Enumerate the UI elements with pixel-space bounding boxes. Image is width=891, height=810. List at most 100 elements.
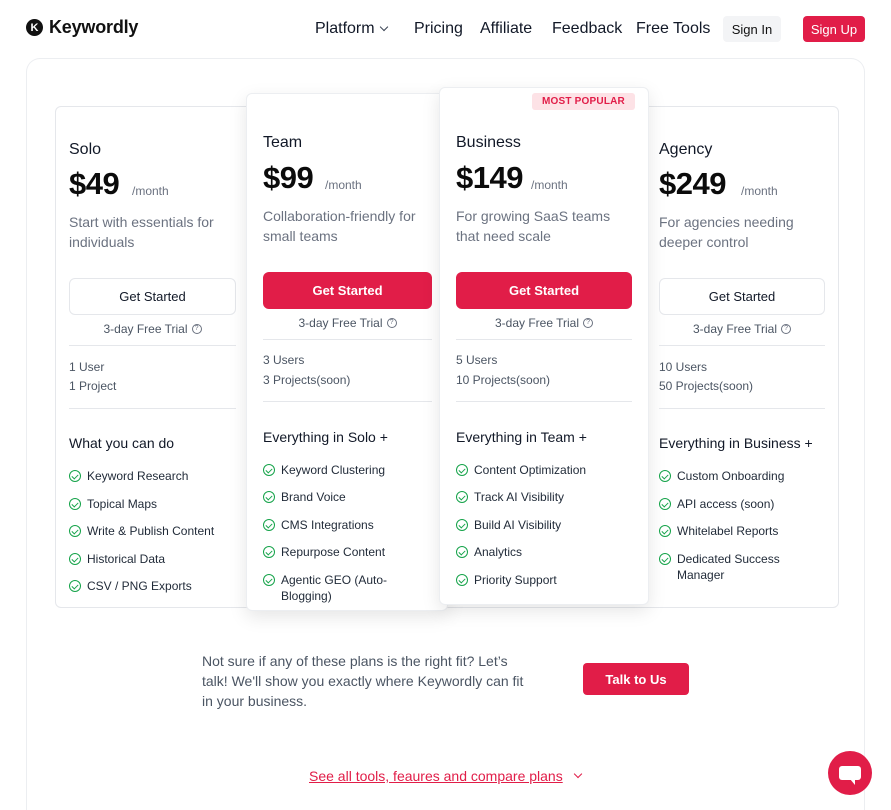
see-all-link[interactable]: See all tools, feaures and compare plans xyxy=(309,768,582,784)
plan-period: /month xyxy=(325,178,362,192)
feature-item: Write & Publish Content xyxy=(69,523,214,539)
nav-affiliate[interactable]: Affiliate xyxy=(480,20,532,38)
divider xyxy=(69,408,236,409)
plan-name: Business xyxy=(456,134,521,151)
check-icon xyxy=(456,519,468,531)
plan-period: /month xyxy=(741,184,778,198)
check-icon xyxy=(69,470,81,482)
free-trial-note: 3-day Free Trial? xyxy=(659,322,825,336)
info-icon[interactable]: ? xyxy=(583,318,594,328)
plan-projects: 3 Projects(soon) xyxy=(263,373,351,387)
feature-label: Custom Onboarding xyxy=(677,469,785,483)
feature-label: Agentic GEO (Auto-Blogging) xyxy=(281,573,388,603)
feature-label: Content Optimization xyxy=(474,463,587,477)
plan-description: For agencies needing deeper control xyxy=(659,214,794,250)
feature-label: Priority Support xyxy=(474,573,557,587)
features-title: What you can do xyxy=(69,435,175,451)
free-trial-label: 3-day Free Trial xyxy=(103,322,188,336)
feature-item: Agentic GEO (Auto-Blogging) xyxy=(263,572,413,604)
check-icon xyxy=(69,580,81,592)
feature-item: Build AI Visibility xyxy=(456,517,561,533)
feature-label: Whitelabel Reports xyxy=(677,524,779,538)
features-title: Everything in Solo + xyxy=(263,429,388,445)
plan-users: 5 Users xyxy=(456,353,498,367)
check-icon xyxy=(69,553,81,565)
divider xyxy=(263,401,432,402)
feature-label: Keyword Clustering xyxy=(281,463,386,477)
feature-label: Historical Data xyxy=(87,552,166,566)
feature-label: API access (soon) xyxy=(677,497,775,511)
feature-item: Topical Maps xyxy=(69,496,157,512)
info-icon[interactable]: ? xyxy=(781,324,792,334)
check-icon xyxy=(456,546,468,558)
chat-widget-button[interactable] xyxy=(828,751,872,795)
plan-name: Team xyxy=(263,134,303,151)
plan-users: 3 Users xyxy=(263,353,305,367)
features-title: Everything in Business + xyxy=(659,435,813,451)
check-icon xyxy=(659,470,671,482)
check-icon xyxy=(69,525,81,537)
chevron-down-icon xyxy=(573,769,582,779)
chevron-down-icon xyxy=(379,22,388,32)
info-icon[interactable]: ? xyxy=(386,318,397,328)
check-icon xyxy=(456,574,468,586)
plan-name: Solo xyxy=(69,141,102,158)
divider xyxy=(456,401,632,402)
divider xyxy=(456,339,632,340)
feature-item: Dedicated Success Manager xyxy=(659,551,789,583)
feature-item: Keyword Research xyxy=(69,468,188,484)
get-started-button[interactable]: Get Started xyxy=(659,278,825,315)
divider xyxy=(69,345,236,346)
divider xyxy=(659,408,825,409)
feature-item: Analytics xyxy=(456,544,522,560)
plan-price: $49 xyxy=(69,166,120,201)
get-started-button[interactable]: Get Started xyxy=(456,272,632,309)
free-trial-label: 3-day Free Trial xyxy=(298,316,383,330)
talk-to-us-button[interactable]: Talk to Us xyxy=(583,663,689,695)
features-title: Everything in Team + xyxy=(456,429,587,445)
top-nav: K Keywordly Platform Pricing Affiliate F… xyxy=(0,0,891,58)
plan-projects: 1 Project xyxy=(69,379,117,393)
nav-pricing[interactable]: Pricing xyxy=(414,20,463,38)
nav-platform[interactable]: Platform xyxy=(315,20,388,38)
plan-period: /month xyxy=(132,184,169,198)
free-trial-label: 3-day Free Trial xyxy=(692,322,778,336)
feature-label: Build AI Visibility xyxy=(474,518,562,532)
feature-item: Brand Voice xyxy=(263,489,346,505)
nav-free-tools[interactable]: Free Tools xyxy=(636,20,710,38)
check-icon xyxy=(263,546,275,558)
free-trial-note: 3-day Free Trial? xyxy=(456,316,632,330)
plan-users: 10 Users xyxy=(659,360,708,374)
feature-item: Priority Support xyxy=(456,572,557,588)
sign-up-button[interactable]: Sign Up xyxy=(803,16,865,42)
check-icon xyxy=(659,525,671,537)
plan-price: $149 xyxy=(456,160,523,195)
feature-item: API access (soon) xyxy=(659,496,774,512)
logo[interactable]: K Keywordly xyxy=(26,17,138,38)
sign-in-button[interactable]: Sign In xyxy=(723,16,781,42)
get-started-button[interactable]: Get Started xyxy=(263,272,432,309)
get-started-button[interactable]: Get Started xyxy=(69,278,236,315)
check-icon xyxy=(263,491,275,503)
feature-item: Custom Onboarding xyxy=(659,468,784,484)
check-icon xyxy=(456,464,468,476)
plan-description: Collaboration-friendly for small teams xyxy=(263,208,416,244)
feature-item: Keyword Clustering xyxy=(263,462,385,478)
nav-platform-label: Platform xyxy=(315,20,375,37)
check-icon xyxy=(263,464,275,476)
most-popular-badge: MOST POPULAR xyxy=(532,93,635,110)
nav-feedback[interactable]: Feedback xyxy=(552,20,622,38)
feature-label: Track AI Visibility xyxy=(474,490,565,504)
feature-item: Repurpose Content xyxy=(263,544,385,560)
feature-label: Keyword Research xyxy=(87,469,189,483)
plan-description: For growing SaaS teams that need scale xyxy=(456,208,611,244)
feature-item: Historical Data xyxy=(69,551,165,567)
divider xyxy=(659,345,825,346)
plan-description: Start with essentials for individuals xyxy=(69,214,214,250)
chat-icon xyxy=(839,766,861,785)
info-icon[interactable]: ? xyxy=(191,324,202,334)
check-icon xyxy=(69,498,81,510)
free-trial-label: 3-day Free Trial xyxy=(494,316,580,330)
cta-text: Not sure if any of these plans is the ri… xyxy=(202,653,524,709)
feature-label: Write & Publish Content xyxy=(87,524,215,538)
